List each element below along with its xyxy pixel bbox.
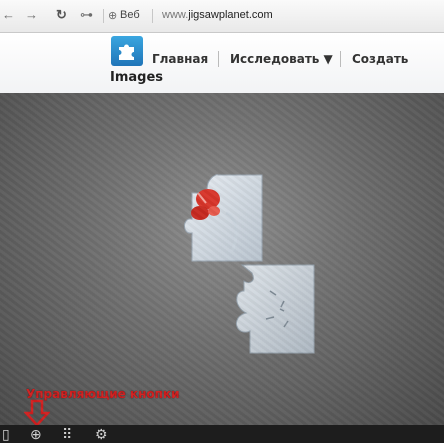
menu-divider xyxy=(340,51,341,67)
menu-create[interactable]: Создать xyxy=(352,52,408,66)
forward-arrow-icon[interactable]: → xyxy=(25,7,38,23)
key-icon[interactable]: ⊶ xyxy=(80,7,93,23)
browser-toolbar: ← → ↻ ⊶ ⊕ Веб www.jigsawplanet.com xyxy=(0,0,444,33)
pieces-grid-icon[interactable]: ⠿ xyxy=(62,426,72,442)
settings-gear-icon[interactable]: ⚙ xyxy=(95,426,108,442)
divider xyxy=(103,9,104,23)
down-arrow-icon xyxy=(24,399,50,427)
address-field[interactable]: www.jigsawplanet.com xyxy=(162,9,273,21)
menu-home[interactable]: Главная xyxy=(152,52,208,66)
url-prefix: www. xyxy=(162,9,189,21)
menu-explore[interactable]: Исследовать ▼ xyxy=(230,52,333,66)
puzzle-controls: ▯ ⊕ ⠿ ⚙ xyxy=(0,425,444,443)
url-domain: jigsawplanet.com xyxy=(188,9,273,21)
site-header: Главная Исследовать ▼ Создать Images xyxy=(0,33,444,93)
puzzle-piece-icon[interactable]: ⊕ xyxy=(30,426,42,442)
menu-divider xyxy=(218,51,219,67)
puzzle-canvas[interactable]: Управляющие кнопки xyxy=(0,93,444,427)
back-arrow-icon[interactable]: ← xyxy=(2,7,15,23)
divider xyxy=(152,9,153,23)
red-pushpin-icon xyxy=(191,189,220,220)
puzzle-logo-icon[interactable] xyxy=(111,36,143,66)
puzzle-piece[interactable] xyxy=(226,261,322,357)
reload-icon[interactable]: ↻ xyxy=(56,7,67,23)
puzzle-piece-pinned[interactable] xyxy=(178,173,268,265)
globe-icon: ⊕ xyxy=(108,10,118,22)
annotation-label: Управляющие кнопки xyxy=(26,387,180,401)
site-label: Веб xyxy=(120,9,140,21)
page-title: Images xyxy=(110,70,164,85)
panel-icon[interactable]: ▯ xyxy=(2,426,10,442)
